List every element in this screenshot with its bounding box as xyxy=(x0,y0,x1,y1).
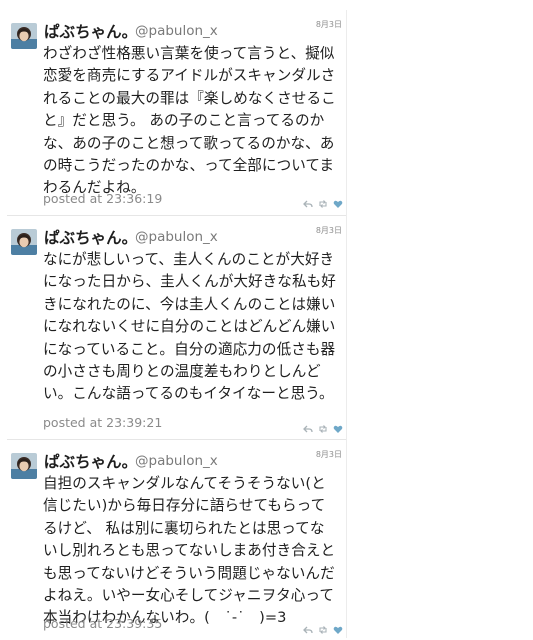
tweet-card[interactable]: ぱぶちゃん。 @pabulon_x 8月3日 なにが悲しいって、圭人くんのことが… xyxy=(7,216,346,440)
retweet-icon[interactable] xyxy=(318,199,328,209)
favorite-icon[interactable] xyxy=(333,199,343,209)
tweet-text: なにが悲しいって、圭人くんのことが大好きになった日から、圭人くんが大好きな私も好… xyxy=(43,251,336,403)
user-handle[interactable]: @pabulon_x xyxy=(135,229,218,245)
reply-icon[interactable] xyxy=(303,199,313,209)
user-handle[interactable]: @pabulon_x xyxy=(135,453,218,469)
reply-icon[interactable] xyxy=(303,424,313,434)
tweet-card[interactable]: ぱぶちゃん。 @pabulon_x 8月3日 自担のスキャンダルなんてそうそうな… xyxy=(7,440,346,638)
timeline-feed: ぱぶちゃん。 @pabulon_x 8月3日 わざわざ性格悪い言葉を使って言うと… xyxy=(7,10,347,638)
posted-timestamp[interactable]: posted at 23:39:21 xyxy=(43,415,162,430)
tweet-date: 8月3日 xyxy=(315,226,342,235)
tweet-date: 8月3日 xyxy=(315,450,342,459)
avatar[interactable] xyxy=(11,229,37,255)
favorite-icon[interactable] xyxy=(333,424,343,434)
tweet-actions xyxy=(303,625,343,635)
avatar[interactable] xyxy=(11,23,37,49)
retweet-icon[interactable] xyxy=(318,625,328,635)
posted-timestamp[interactable]: posted at 23:39:35 xyxy=(43,616,162,631)
display-name[interactable]: ぱぶちゃん。 xyxy=(44,226,137,248)
display-name[interactable]: ぱぶちゃん。 xyxy=(44,20,137,42)
reply-icon[interactable] xyxy=(303,625,313,635)
tweet-actions xyxy=(303,199,343,209)
tweet-date: 8月3日 xyxy=(315,20,342,29)
avatar[interactable] xyxy=(11,453,37,479)
tweet-text: 自担のスキャンダルなんてそうそうない(と信じたい)から毎日存分に語らせてもらって… xyxy=(43,475,336,627)
user-handle[interactable]: @pabulon_x xyxy=(135,23,218,39)
retweet-icon[interactable] xyxy=(318,424,328,434)
display-name[interactable]: ぱぶちゃん。 xyxy=(44,450,137,472)
tweet-text: わざわざ性格悪い言葉を使って言うと、擬似恋愛を商売にするアイドルがスキャンダルさ… xyxy=(43,45,336,197)
posted-timestamp[interactable]: posted at 23:36:19 xyxy=(43,191,162,206)
tweet-card[interactable]: ぱぶちゃん。 @pabulon_x 8月3日 わざわざ性格悪い言葉を使って言うと… xyxy=(7,10,346,216)
favorite-icon[interactable] xyxy=(333,625,343,635)
tweet-actions xyxy=(303,424,343,434)
